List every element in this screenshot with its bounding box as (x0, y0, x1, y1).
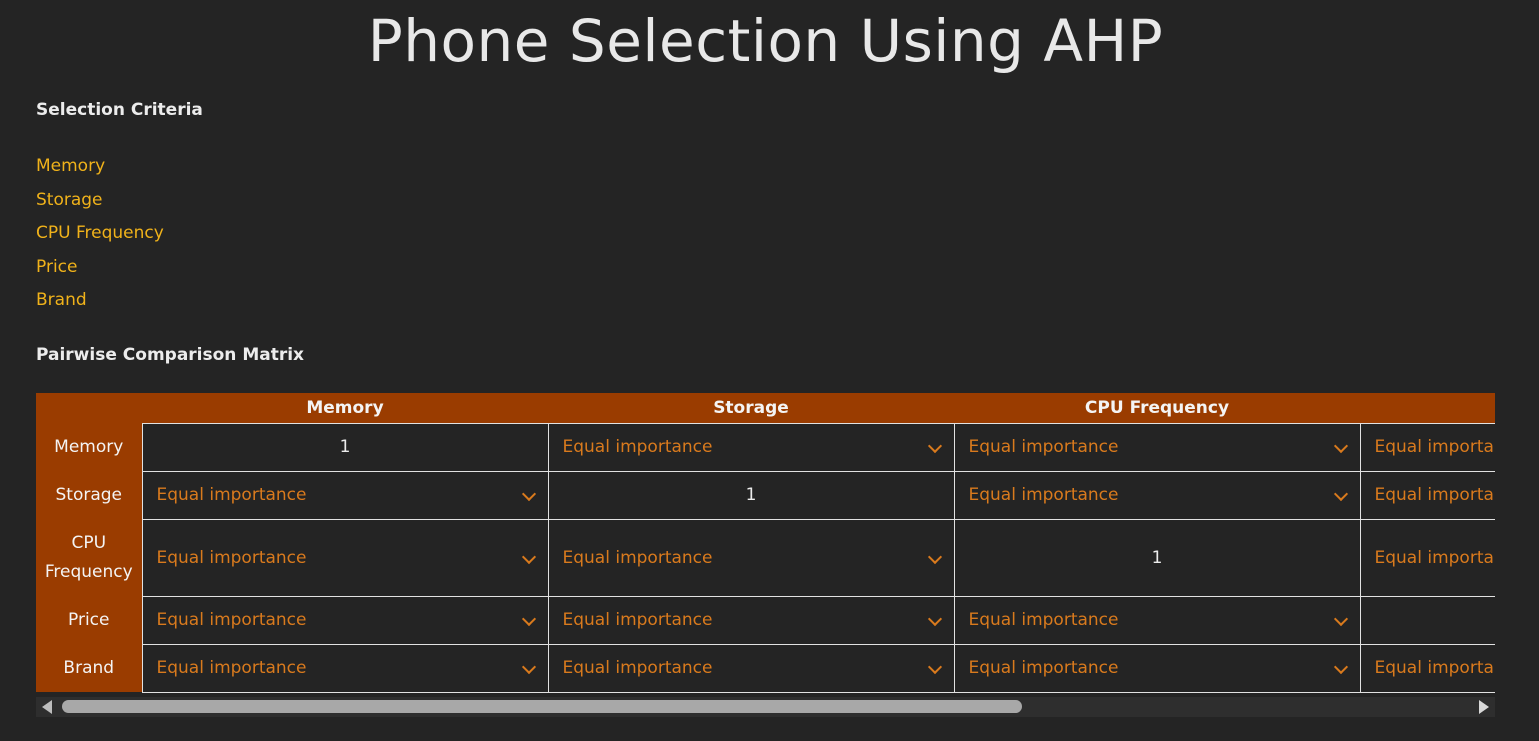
chevron-down-icon (927, 438, 942, 454)
importance-select-value: Equal importance (1374, 437, 1496, 457)
matrix-cell-cpu-frequency-storage: Equal importance (547, 518, 955, 597)
importance-select[interactable]: Equal importance (549, 597, 954, 644)
matrix-cell-memory-storage: Equal importance (547, 422, 955, 472)
chevron-down-icon (521, 611, 536, 627)
importance-select-value: Equal importance (156, 610, 307, 630)
chevron-down-icon (1333, 486, 1348, 502)
importance-select-value: Equal importance (562, 437, 713, 457)
chevron-down-icon (927, 611, 942, 627)
matrix-cell-storage-storage: 1 (547, 470, 955, 520)
importance-select-value: Equal importance (156, 658, 307, 678)
matrix-row-price: Price Equal importance Equal importance Equ… (36, 595, 1495, 645)
criteria-item-cpu-frequency[interactable]: CPU Frequency (36, 217, 164, 251)
arrow-left-icon[interactable] (42, 700, 52, 714)
matrix-cell-brand-memory: Equal importance (141, 643, 549, 693)
importance-select[interactable]: Equal importance (1361, 520, 1496, 596)
criteria-list: Memory Storage CPU Frequency Price Brand (36, 150, 164, 318)
chevron-down-icon (927, 659, 942, 675)
importance-select[interactable]: Equal importance (955, 597, 1360, 644)
matrix-row-brand: Brand Equal importance Equal importance Equ… (36, 643, 1496, 693)
criteria-item-brand[interactable]: Brand (36, 284, 164, 318)
chevron-down-icon (927, 549, 942, 564)
matrix-scroll-container[interactable]: Memory Storage CPU Frequency Memory 1 Equa… (36, 393, 1495, 718)
matrix-row-storage: Storage Equal importance 1 Equal importance… (36, 470, 1496, 520)
arrow-right-icon[interactable] (1479, 700, 1489, 714)
importance-select-value: Equal importance (1374, 485, 1496, 505)
criteria-heading: Selection Criteria (36, 100, 203, 120)
criteria-item-memory[interactable]: Memory (36, 150, 164, 184)
criteria-item-price[interactable]: Price (36, 251, 164, 285)
matrix-cell-cpu-frequency-memory: Equal importance (141, 518, 549, 597)
row-header-price: Price (36, 596, 142, 644)
chevron-down-icon (1333, 611, 1348, 627)
importance-select-value: Equal importance (968, 437, 1119, 457)
matrix-cell-brand-storage: Equal importance (547, 643, 955, 693)
scrollbar-thumb[interactable] (62, 700, 1022, 713)
importance-select[interactable]: Equal importance (955, 472, 1360, 519)
chevron-down-icon (1333, 438, 1348, 454)
matrix-cell-price-memory: Equal importance (141, 595, 549, 645)
matrix-corner-cell (36, 393, 142, 423)
diagonal-value: 1 (339, 437, 351, 457)
horizontal-scrollbar[interactable] (36, 697, 1495, 717)
importance-select[interactable]: Equal importance (143, 520, 548, 596)
page: Phone Selection Using AHP Selection Crit… (0, 0, 1539, 741)
importance-select[interactable]: Equal importance (1361, 424, 1496, 471)
importance-select-value: Equal importance (156, 547, 307, 568)
importance-select-value: Equal importance (562, 610, 713, 630)
matrix-cell-price-price (1359, 595, 1495, 645)
importance-select[interactable]: Equal importance (549, 520, 954, 596)
importance-select[interactable]: Equal importance (955, 645, 1360, 692)
matrix-cell-memory-cpu-frequency: Equal importance (953, 422, 1361, 472)
matrix-cell-storage-cpu-frequency: Equal importance (953, 470, 1361, 520)
criteria-item-storage[interactable]: Storage (36, 184, 164, 218)
importance-select-value: Equal importance (968, 485, 1119, 505)
matrix-cell-cpu-frequency-price: Equal importance (1359, 518, 1496, 597)
importance-select[interactable]: Equal importance (955, 424, 1360, 471)
importance-select-value: Equal importance (562, 658, 713, 678)
column-header-memory: Memory (142, 393, 548, 423)
matrix-cell-brand-price: Equal importance (1359, 643, 1496, 693)
importance-select[interactable]: Equal importance (549, 645, 954, 692)
matrix-cell-memory-memory: 1 (141, 422, 549, 472)
matrix-cell-cpu-frequency-cpu-frequency: 1 (953, 518, 1361, 597)
row-header-cpu-frequency: CPU Frequency (36, 519, 142, 596)
matrix-cell-price-storage: Equal importance (547, 595, 955, 645)
page-title: Phone Selection Using AHP (367, 7, 1164, 75)
diagonal-value: 1 (745, 485, 757, 505)
importance-select-value: Equal importance (968, 658, 1119, 678)
matrix-cell-memory-price: Equal importance (1359, 422, 1496, 472)
importance-select-value: Equal importance (968, 610, 1119, 630)
matrix-row-memory: Memory 1 Equal importance Equal importance E… (36, 422, 1496, 472)
row-header-storage: Storage (36, 471, 142, 519)
column-header-cpu-frequency: CPU Frequency (954, 393, 1360, 423)
row-header-brand: Brand (36, 644, 142, 692)
matrix-cell-brand-cpu-frequency: Equal importance (953, 643, 1361, 693)
matrix-cell-storage-price: Equal importance (1359, 470, 1496, 520)
importance-select[interactable]: Equal importance (143, 472, 548, 519)
matrix-cell-price-cpu-frequency: Equal importance (953, 595, 1361, 645)
column-header-price (1360, 393, 1495, 423)
importance-select-value: Equal importance (1374, 658, 1496, 678)
chevron-down-icon (521, 549, 536, 564)
importance-select[interactable]: Equal importance (143, 597, 548, 644)
importance-select[interactable]: Equal importance (549, 424, 954, 471)
importance-select-value: Equal importance (1374, 547, 1496, 568)
importance-select[interactable]: Equal importance (1361, 472, 1496, 519)
pairwise-comparison-matrix: Memory Storage CPU Frequency Memory 1 Equa… (36, 393, 1495, 693)
matrix-heading: Pairwise Comparison Matrix (36, 345, 305, 365)
importance-select[interactable]: Equal importance (1361, 645, 1496, 692)
importance-select-value: Equal importance (156, 485, 307, 505)
importance-select-value: Equal importance (562, 547, 713, 568)
matrix-header-row: Memory Storage CPU Frequency (36, 393, 1495, 423)
chevron-down-icon (521, 659, 536, 675)
matrix-row-cpu-frequency: CPU Frequency Equal importance Equal impor… (36, 518, 1496, 597)
row-header-memory: Memory (36, 423, 142, 471)
chevron-down-icon (521, 486, 536, 502)
column-header-storage: Storage (548, 393, 954, 423)
importance-select[interactable]: Equal importance (143, 645, 548, 692)
matrix-cell-storage-memory: Equal importance (141, 470, 549, 520)
chevron-down-icon (1333, 659, 1348, 675)
diagonal-value: 1 (1151, 547, 1163, 568)
